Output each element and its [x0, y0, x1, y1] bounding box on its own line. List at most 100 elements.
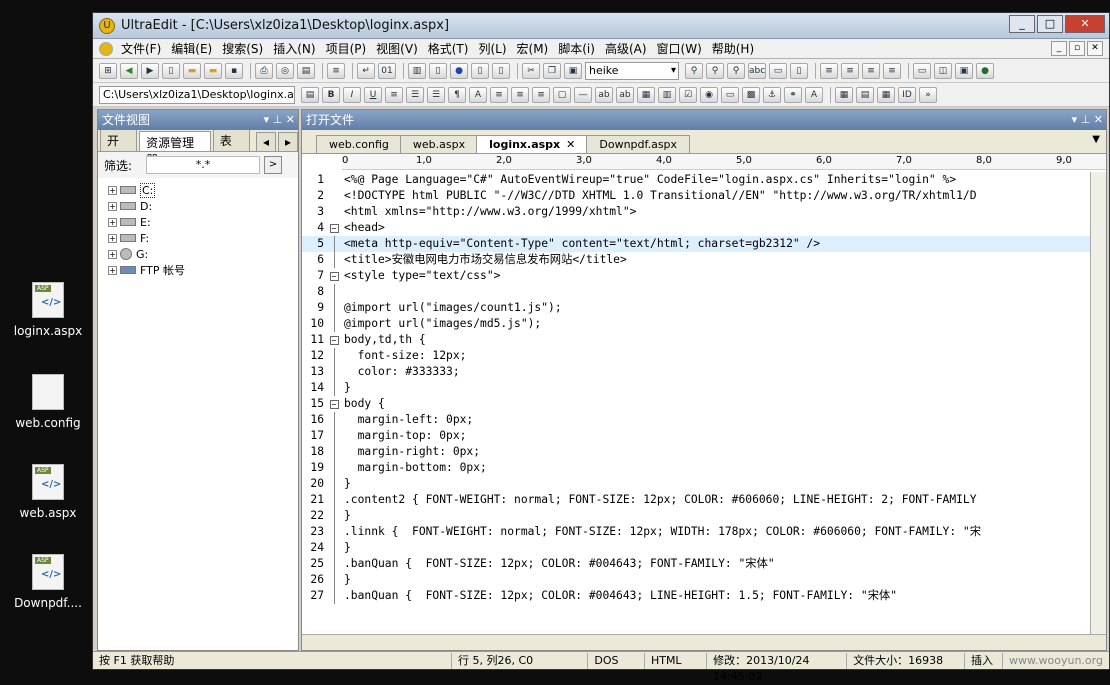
expand-icon[interactable]: + — [108, 217, 117, 227]
code-line[interactable]: 24} — [302, 540, 1106, 556]
find-replace-icon[interactable]: ⚲ — [706, 62, 724, 79]
menu-macro[interactable]: 宏(M) — [512, 40, 554, 57]
menu-format[interactable]: 格式(T) — [423, 40, 474, 57]
hex-mode-icon[interactable]: 01 — [378, 62, 396, 79]
code-line[interactable]: 27 .banQuan { FONT-SIZE: 12px; COLOR: #00… — [302, 588, 1106, 604]
code-line[interactable]: 12 font-size: 12px; — [302, 348, 1106, 364]
color-icon[interactable]: A — [805, 86, 823, 103]
template2-icon[interactable]: ▯ — [492, 62, 510, 79]
expand-icon[interactable]: + — [108, 201, 117, 211]
editor-close-icon[interactable]: ✕ — [1094, 113, 1103, 126]
font-icon[interactable]: A — [469, 86, 487, 103]
new-file-icon[interactable]: ▯ — [162, 62, 180, 79]
pin-icon[interactable]: ⊥ — [273, 113, 283, 126]
vertical-scrollbar[interactable] — [1090, 172, 1106, 634]
table-icon[interactable]: ▦ — [835, 86, 853, 103]
italic-icon[interactable]: I — [343, 86, 361, 103]
title-bar[interactable]: U UltraEdit - [C:\Users\xlz0iza1\Desktop… — [93, 13, 1109, 39]
align-right-tag-icon[interactable]: ≡ — [532, 86, 550, 103]
label-icon[interactable]: ab — [595, 86, 613, 103]
find-icon[interactable]: ⚲ — [685, 62, 703, 79]
menu-script[interactable]: 脚本(i) — [553, 40, 600, 57]
word-wrap-icon[interactable]: ↵ — [357, 62, 375, 79]
code-line[interactable]: 15− body { — [302, 396, 1106, 412]
page-icon[interactable]: ▯ — [790, 62, 808, 79]
code-line[interactable]: 9 @import url("images/count1.js"); — [302, 300, 1106, 316]
code-line[interactable]: 1 <%@ Page Language="C#" AutoEventWireup=… — [302, 172, 1106, 188]
align-left-tag-icon[interactable]: ≡ — [490, 86, 508, 103]
doc-restore-button[interactable]: ▫ — [1069, 41, 1085, 56]
split-horizontal-icon[interactable]: ▭ — [913, 62, 931, 79]
web-globe-icon[interactable]: ● — [976, 62, 994, 79]
justify-icon[interactable]: ≡ — [883, 62, 901, 79]
back-icon[interactable]: ◀ — [120, 62, 138, 79]
code-line[interactable]: 21 .content2 { FONT-WEIGHT: normal; FONT-… — [302, 492, 1106, 508]
fold-toggle-icon[interactable]: − — [328, 220, 340, 236]
spell-check-icon[interactable]: abc — [748, 62, 766, 79]
code-area[interactable]: 1 <%@ Page Language="C#" AutoEventWireup=… — [302, 172, 1106, 634]
document-icon[interactable]: ▯ — [429, 62, 447, 79]
print-preview-icon[interactable]: ◎ — [276, 62, 294, 79]
tab-list-dropdown-icon[interactable]: ▼ — [1092, 134, 1100, 145]
list-icon[interactable]: ☰ — [406, 86, 424, 103]
ordered-list-icon[interactable]: ☰ — [427, 86, 445, 103]
open-file-icon[interactable]: ▬ — [183, 62, 201, 79]
editor-pin-icon[interactable]: ⊥ — [1081, 113, 1091, 126]
menu-column[interactable]: 列(L) — [473, 40, 511, 57]
code-line[interactable]: 7− <style type="text/css"> — [302, 268, 1106, 284]
code-line[interactable]: 26} — [302, 572, 1106, 588]
forward-icon[interactable]: ▶ — [141, 62, 159, 79]
heading-icon[interactable]: ≡ — [385, 86, 403, 103]
open-folder-icon[interactable]: ⊞ — [99, 62, 117, 79]
menu-view[interactable]: 视图(V) — [371, 40, 423, 57]
panel-dropdown-icon[interactable]: ▾ — [264, 113, 270, 126]
properties-icon[interactable]: ≡ — [327, 62, 345, 79]
bold-icon[interactable]: B — [322, 86, 340, 103]
desktop-icon-loginx[interactable]: ASP </> loginx.aspx — [8, 282, 88, 338]
tree-item-d[interactable]: + D: — [98, 198, 298, 214]
code-line[interactable]: 20} — [302, 476, 1106, 492]
code-line[interactable]: 3 <html xmlns="http://www.w3.org/1999/xht… — [302, 204, 1106, 220]
checkbox-icon[interactable]: ☑ — [679, 86, 697, 103]
code-line[interactable]: 19 margin-bottom: 0px; — [302, 460, 1106, 476]
print-icon[interactable]: ⎙ — [255, 62, 273, 79]
tab-web-aspx[interactable]: web.aspx — [399, 135, 479, 153]
align-center-icon[interactable]: ≡ — [841, 62, 859, 79]
anchor-icon[interactable]: ⚓ — [763, 86, 781, 103]
hr-icon[interactable]: — — [574, 86, 592, 103]
browser-icon[interactable]: ● — [450, 62, 468, 79]
path-select[interactable]: C:\Users\xlz0iza1\Desktop\loginx.a — [99, 85, 295, 104]
tree-item-ftp[interactable]: + FTP 帐号 — [98, 262, 298, 278]
open-recent-icon[interactable]: ▬ — [204, 62, 222, 79]
tree-item-f[interactable]: + F: — [98, 230, 298, 246]
find-in-files-icon[interactable]: ⚲ — [727, 62, 745, 79]
code-line[interactable]: 23 .linnk { FONT-WEIGHT: normal; FONT-SIZ… — [302, 524, 1106, 540]
close-tab-icon[interactable]: ✕ — [566, 138, 575, 151]
underline-icon[interactable]: U — [364, 86, 382, 103]
tab-scroll-right[interactable]: ▸ — [277, 132, 299, 151]
code-line[interactable]: 6 <title>安徽电网电力市场交易信息发布网站</title> — [302, 252, 1106, 268]
align-left-icon[interactable]: ≡ — [820, 62, 838, 79]
fold-toggle-icon[interactable]: − — [328, 268, 340, 284]
menu-edit[interactable]: 编辑(E) — [166, 40, 217, 57]
tab-web-config[interactable]: web.config — [316, 135, 402, 153]
font-select[interactable]: heike — [585, 61, 679, 80]
tree-item-g[interactable]: + G: — [98, 246, 298, 262]
code-line[interactable]: 10 @import url("images/md5.js"); — [302, 316, 1106, 332]
input-icon[interactable]: ▭ — [721, 86, 739, 103]
align-right-icon[interactable]: ≡ — [862, 62, 880, 79]
desktop-icon-webconfig[interactable]: web.config — [8, 374, 88, 430]
tree-item-c[interactable]: + C: — [98, 182, 298, 198]
html-tag-icon[interactable]: ▤ — [301, 86, 319, 103]
split-vertical-icon[interactable]: ◫ — [934, 62, 952, 79]
menu-search[interactable]: 搜索(S) — [217, 40, 268, 57]
code-line[interactable]: 13 color: #333333; — [302, 364, 1106, 380]
tab-explorer[interactable]: 资源管理器 — [139, 131, 211, 167]
tab-loginx-aspx[interactable]: loginx.aspx ✕ — [476, 135, 589, 153]
compare-icon[interactable]: ▭ — [769, 62, 787, 79]
filter-input[interactable]: *.* — [146, 156, 261, 174]
fold-toggle-icon[interactable]: − — [328, 396, 340, 412]
copy-icon[interactable]: ❐ — [543, 62, 561, 79]
menu-help[interactable]: 帮助(H) — [707, 40, 759, 57]
code-line[interactable]: 22} — [302, 508, 1106, 524]
